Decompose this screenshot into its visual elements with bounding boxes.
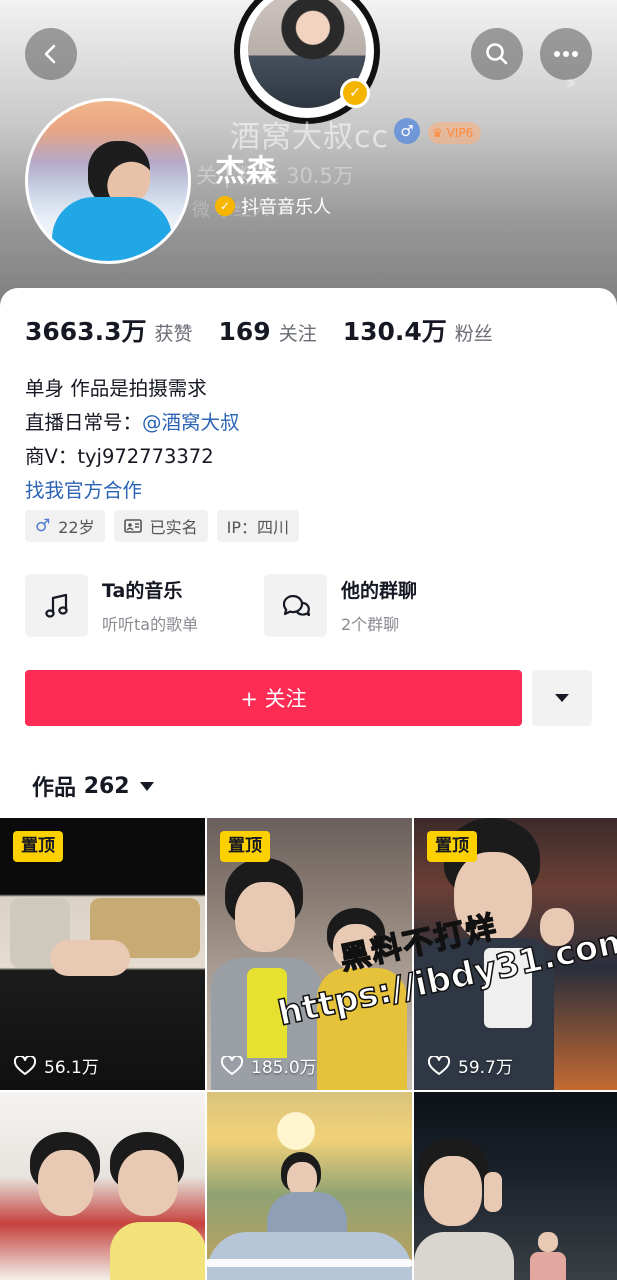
heart-icon [221,1055,243,1075]
id-card-icon [123,519,142,533]
age-tag: ♂ 22岁 [25,510,105,542]
video-tile[interactable]: 置顶 185.0万 [207,818,412,1090]
stats-row: 3663.3万 获赞 169 关注 130.4万 粉丝 [25,312,519,348]
verified-label: 抖音音乐人 [241,197,331,218]
likes-stat: 59.7万 [428,1053,513,1078]
male-icon: ♂ [35,516,51,536]
likes-stat: 185.0万 [221,1053,317,1078]
video-tile[interactable] [414,1092,617,1280]
group-chat-entry[interactable]: 他的群聊 2个群聊 [264,574,417,637]
video-tile[interactable]: 置顶 59.7万 [414,818,617,1090]
video-tile[interactable] [207,1092,412,1280]
home-indicator[interactable] [205,1259,413,1267]
realname-tag: 已实名 [113,510,208,542]
more-options-button[interactable] [532,670,592,726]
music-title: Ta的音乐 [102,580,183,602]
bio: 单身 作品是拍摄需求 直播日常号：@酒窝大叔 商V：tyj972773372 找… [25,372,240,508]
search-icon [486,43,508,65]
profile-name: 杰森 [215,154,277,189]
works-tab[interactable]: 作品 262 [32,770,154,802]
ip-tag: IP：四川 [216,510,300,542]
bio-line: 商V：tyj972773372 [25,445,214,468]
avatar[interactable] [25,98,191,264]
background-male-icon: ♂ [394,118,420,144]
likes-stat: 56.1万 [14,1053,99,1078]
followers-count[interactable]: 130.4万 [343,312,447,348]
follow-button[interactable]: + 关注 [25,670,522,726]
likes-label: 获赞 [154,323,193,345]
music-subtitle: 听听ta的歌单 [102,615,199,634]
works-label: 作品 [32,776,77,801]
caret-down-icon [555,694,569,702]
official-cooperation-link[interactable]: 找我官方合作 [25,474,240,508]
verified-icon: ✓ [215,196,235,216]
bio-line: 单身 作品是拍摄需求 [25,377,207,400]
video-tile[interactable]: 置顶 56.1万 [0,818,205,1090]
group-chat-subtitle: 2个群聊 [341,615,400,634]
verified-badge[interactable]: ✓ 抖音音乐人 [215,193,331,219]
works-count: 262 [83,773,130,799]
heart-icon [428,1055,450,1075]
bio-line: 直播日常号：@酒窝大叔 [25,411,240,434]
swipe-arrows-icon: ››› [565,70,577,94]
profile-header: ✓ 酒窝大叔cc ♂ ♛ VIP6 关 | 粉丝 30.5万 微 事红人 ↗ 杰… [0,0,617,310]
pinned-badge: 置顶 [220,831,270,862]
video-grid: 置顶 56.1万 置顶 185.0万 置顶 59.7万 [0,818,617,1280]
pinned-badge: 置顶 [427,831,477,862]
profile-tags: ♂ 22岁 已实名 IP：四川 [25,510,308,542]
pinned-badge: 置顶 [13,831,63,862]
music-note-icon [25,574,88,637]
following-count[interactable]: 169 [219,317,271,346]
likes-count: 3663.3万 [25,317,147,346]
back-button[interactable] [25,28,77,80]
followers-label[interactable]: 粉丝 [455,319,493,346]
search-button[interactable] [471,28,523,80]
live-account-link[interactable]: @酒窝大叔 [142,411,240,434]
caret-down-icon [139,781,154,791]
heart-icon [14,1055,36,1075]
more-icon [554,51,578,57]
group-chat-icon [264,574,327,637]
following-label[interactable]: 关注 [279,319,317,346]
chevron-left-icon [44,44,56,64]
music-entry[interactable]: Ta的音乐 听听ta的歌单 [25,574,198,637]
group-chat-title: 他的群聊 [341,580,418,602]
background-verified-icon: ✓ [340,78,370,108]
video-tile[interactable] [0,1092,205,1280]
background-vip-badge: ♛ VIP6 [428,122,482,144]
